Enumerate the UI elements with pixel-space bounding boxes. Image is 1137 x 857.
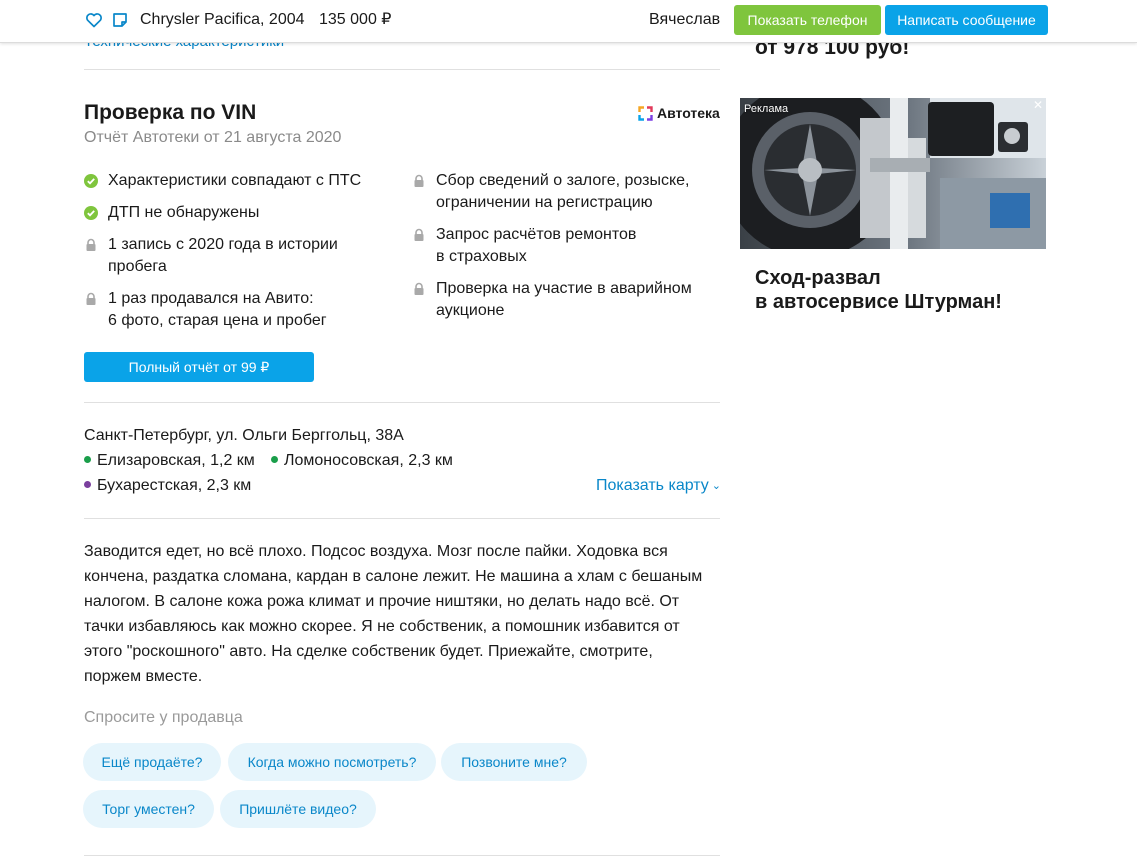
- vin-check-title: Проверка по VIN: [84, 101, 257, 124]
- ad-title-line: в автосервисе Штурман!: [755, 291, 1002, 313]
- description-line: поржем вместе.: [84, 668, 203, 685]
- ad-title[interactable]: Сход-развал в автосервисе Штурман!: [755, 266, 1045, 314]
- check-item-text: Сбор сведений о залоге, розыске,: [436, 172, 690, 189]
- listing-price: 135 000 ₽: [319, 11, 392, 28]
- check-item-text-cont: аукционе: [436, 302, 505, 319]
- check-item-text-cont: ограничении на регистрацию: [436, 194, 653, 211]
- metro-station: Бухарестская, 2,3 км: [84, 476, 251, 496]
- description-line: кончена, раздатка сломана, кардан в сало…: [84, 568, 703, 585]
- vin-check-subtitle: Отчёт Автотеки от 21 августа 2020: [84, 129, 342, 146]
- seller-name[interactable]: Вячеслав: [649, 10, 720, 30]
- description-line: налогом. В салоне кожа рожа климат и про…: [84, 593, 680, 610]
- check-item-text: 1 запись с 2020 года в истории: [108, 236, 338, 253]
- divider: [84, 69, 720, 70]
- listing-title: Chrysler Pacifica, 2004: [140, 11, 305, 28]
- note-icon[interactable]: [111, 11, 129, 29]
- check-ok-icon: [84, 174, 98, 188]
- check-item-text: Характеристики совпадают с ПТС: [108, 172, 362, 189]
- metro-station: Елизаровская, 1,2 км: [84, 451, 255, 471]
- metro-station-name: Ломоносовская, 2,3 км: [284, 452, 453, 469]
- ad-title-line: Сход-развал: [755, 267, 881, 289]
- divider: [84, 855, 720, 856]
- autoteka-logo-icon: [638, 105, 653, 121]
- close-icon[interactable]: ✕: [1032, 99, 1044, 111]
- check-item-text: 1 раз продавался на Авито:: [108, 290, 314, 307]
- divider: [84, 402, 720, 403]
- sticky-header: Chrysler Pacifica, 2004 135 000 ₽ Вячесл…: [0, 0, 1137, 43]
- metro-station: Ломоносовская, 2,3 км: [271, 451, 453, 471]
- show-map-link[interactable]: Показать карту ⌄: [596, 476, 721, 496]
- check-item-text-cont: в страховых: [436, 248, 527, 265]
- description-line: Заводится едет, но всё плохо. Подсос воз…: [84, 543, 668, 560]
- ad-banner-image[interactable]: [740, 98, 1046, 249]
- address: Санкт-Петербург, ул. Ольги Берггольц, 38…: [84, 427, 404, 444]
- metro-station-name: Бухарестская, 2,3 км: [97, 477, 252, 494]
- favorite-heart-icon[interactable]: [85, 11, 103, 29]
- check-item-text-cont: 6 фото, старая цена и пробег: [108, 312, 327, 329]
- check-item-text: Запрос расчётов ремонтов: [436, 226, 637, 243]
- check-ok-icon: [84, 206, 98, 220]
- ad-label: Реклама: [744, 103, 789, 115]
- divider: [84, 518, 720, 519]
- lock-icon: [86, 292, 96, 305]
- question-chip-bargain[interactable]: Торг уместен?: [83, 790, 214, 828]
- check-item-text: Проверка на участие в аварийном: [436, 280, 692, 297]
- check-item-text: ДТП не обнаружены: [108, 204, 260, 221]
- lock-icon: [414, 228, 424, 241]
- autoteka-brand: Автотека: [657, 105, 720, 121]
- question-chip-send-video[interactable]: Пришлёте видео?: [220, 790, 376, 828]
- description-line: этого "роскошного" авто. На сделке собст…: [84, 643, 653, 660]
- metro-line-dot: [84, 481, 91, 488]
- listing-description: Заводится едет, но всё плохо. Подсос воз…: [84, 539, 714, 689]
- lock-icon: [414, 174, 424, 187]
- check-item-text-cont: пробега: [108, 258, 167, 275]
- write-message-button[interactable]: Написать сообщение: [885, 5, 1048, 35]
- metro-line-dot: [271, 456, 278, 463]
- question-chip-when-view[interactable]: Когда можно посмотреть?: [228, 743, 436, 781]
- metro-station-name: Елизаровская, 1,2 км: [97, 452, 255, 469]
- autoteka-logo: Автотека: [638, 104, 720, 122]
- lock-icon: [86, 238, 96, 251]
- metro-line-dot: [84, 456, 91, 463]
- wheel-alignment-photo: [740, 98, 1046, 249]
- question-chip-call-me[interactable]: Позвоните мне?: [441, 743, 587, 781]
- question-chip-still-selling[interactable]: Ещё продаёте?: [83, 743, 221, 781]
- chevron-down-icon: ⌄: [711, 480, 721, 492]
- description-line: тачки избавляюсь как можно скорее. Я не …: [84, 618, 680, 635]
- lock-icon: [414, 282, 424, 295]
- show-phone-button[interactable]: Показать телефон: [734, 5, 881, 35]
- show-map-label: Показать карту: [596, 477, 709, 494]
- ask-seller-label: Спросите у продавца: [84, 709, 243, 726]
- full-report-button[interactable]: Полный отчёт от 99 ₽: [84, 352, 314, 382]
